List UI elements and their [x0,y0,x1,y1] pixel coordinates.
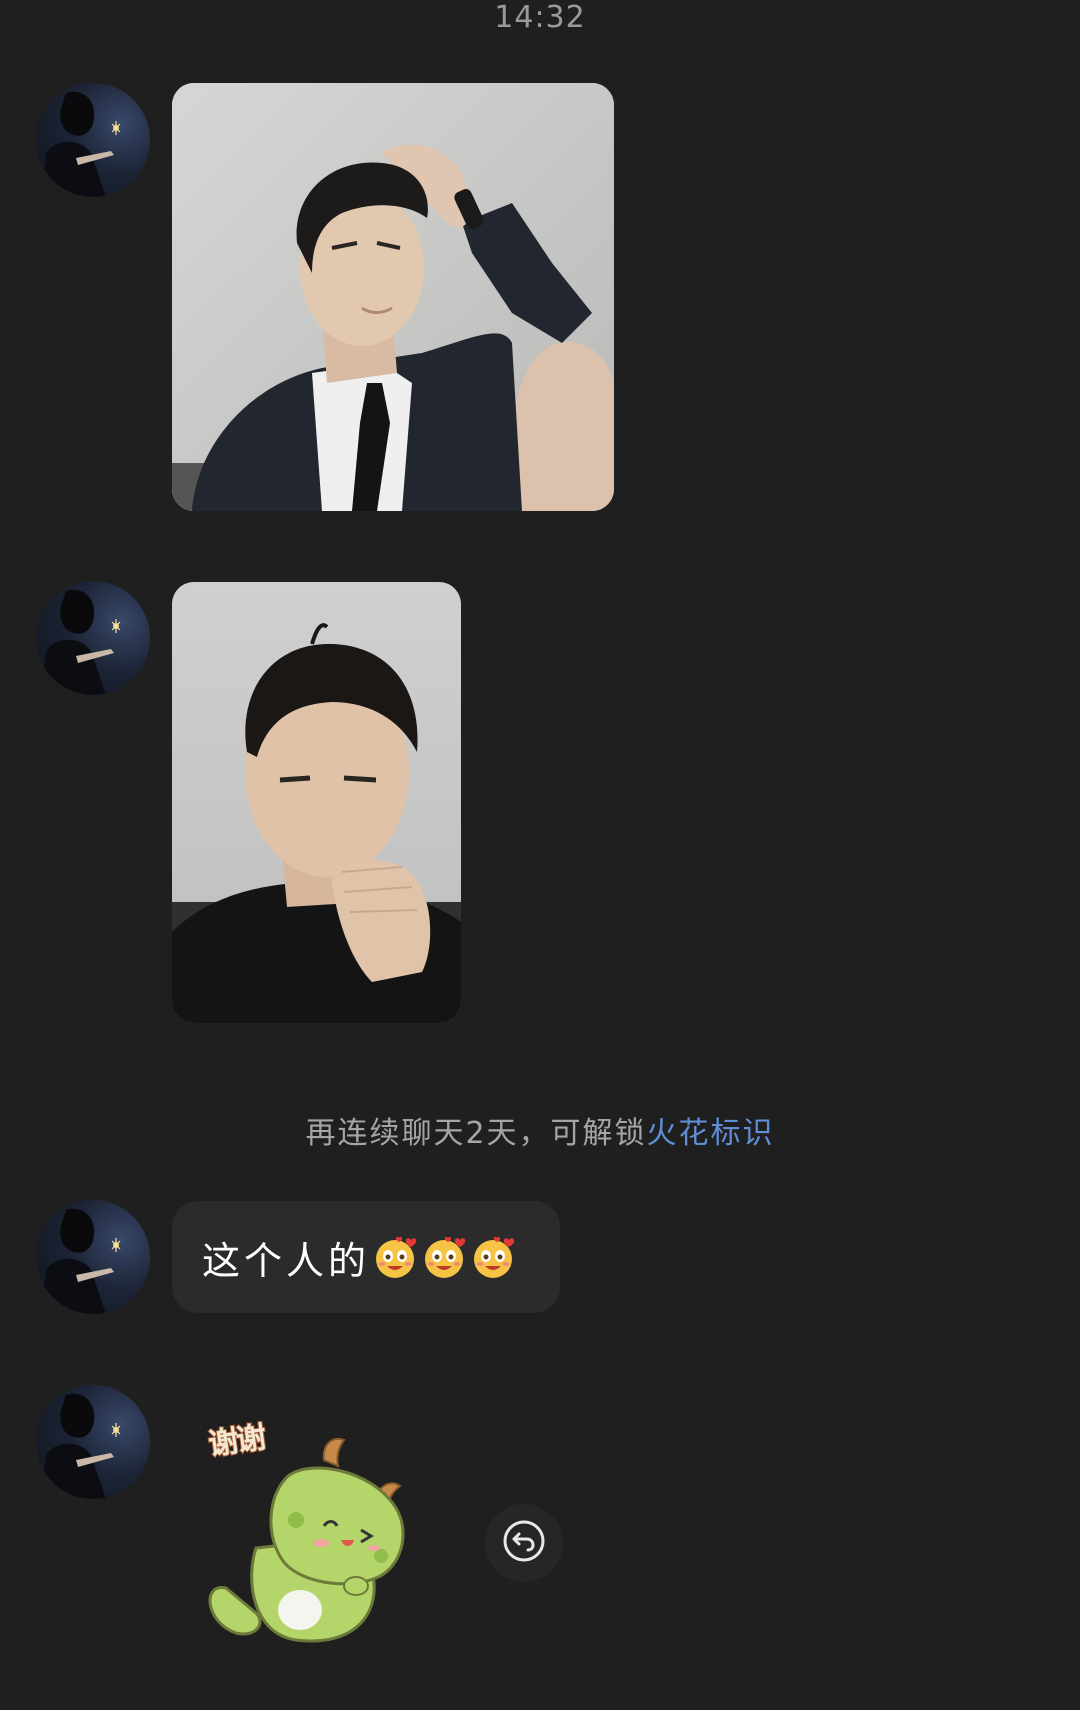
text-message-bubble[interactable]: 这个人的 [172,1201,560,1313]
green-dragon-sticker[interactable]: 谢谢 [196,1408,436,1658]
hearts-face-emoji [471,1234,517,1280]
reply-button[interactable] [485,1504,563,1582]
contact-avatar[interactable] [36,1200,150,1314]
message-text: 这个人的 [202,1238,371,1283]
system-tip: 再连续聊天2天，可解锁火花标识 [0,1112,1080,1156]
message-timestamp: 14:32 [494,0,586,35]
system-tip-text: 再连续聊天2天，可解锁 [305,1116,647,1151]
hearts-face-emoji [373,1234,419,1280]
contact-avatar[interactable] [36,581,150,695]
contact-avatar[interactable] [36,83,150,197]
message-image[interactable] [172,83,614,511]
reply-arrow-icon [500,1517,548,1569]
contact-avatar[interactable] [36,1385,150,1499]
hearts-face-emoji [422,1234,468,1280]
sticker-caption: 谢谢 [205,1419,267,1463]
spark-badge-link[interactable]: 火花标识 [647,1116,775,1151]
message-image[interactable] [172,582,461,1023]
